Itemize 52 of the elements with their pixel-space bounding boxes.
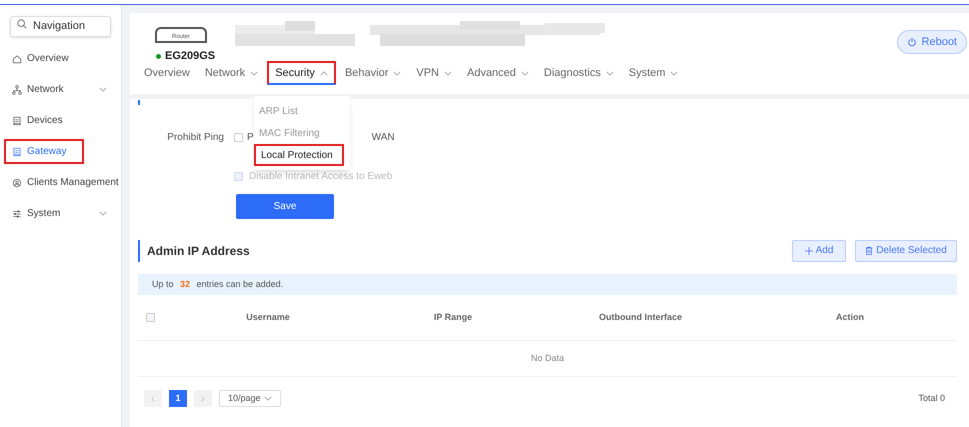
empty-message: No Data [530, 352, 564, 365]
device-icon [12, 146, 22, 156]
nav-tab[interactable]: VPN [410, 61, 458, 85]
column-header: IP Range [432, 310, 474, 324]
nav-tab[interactable]: Diagnostics [538, 61, 620, 85]
device-name: EG209GS [165, 49, 216, 64]
page-size-select[interactable]: 10/page [219, 390, 281, 407]
nav-tab[interactable]: Security [267, 61, 336, 85]
sidebar-item[interactable]: Clients Management [4, 170, 117, 195]
column-header: Outbound Interface [598, 310, 683, 324]
sidebar-item[interactable]: Devices [4, 108, 117, 133]
add-button[interactable]: Add [792, 240, 846, 262]
sidebar-item[interactable]: Overview [4, 46, 117, 71]
delete-selected-button[interactable]: Delete Selected [855, 240, 957, 262]
power-icon [906, 37, 917, 47]
previous-page-button[interactable] [144, 390, 162, 407]
home-icon [12, 54, 22, 64]
field-label: Prohibit Ping [166, 130, 224, 144]
nav-tab[interactable]: System [622, 61, 684, 85]
plus-icon [804, 246, 813, 254]
sidebar-item[interactable]: System [4, 201, 117, 226]
option-label: P [247, 130, 254, 144]
nav-tab[interactable]: Advanced [460, 61, 535, 85]
search-icon [17, 19, 27, 29]
nav-tab[interactable]: Behavior [338, 61, 408, 85]
column-header: Action [835, 310, 865, 324]
option-label: WAN [372, 130, 395, 144]
trash-icon [865, 246, 874, 255]
chevron-icon [264, 396, 272, 401]
save-button[interactable]: Save [236, 194, 334, 219]
total-count: Total 0 [918, 392, 945, 405]
sidebar-item[interactable]: Gateway [4, 139, 84, 164]
notice-text: Up to 32 entries can be added. [152, 278, 284, 291]
checkbox[interactable] [234, 132, 243, 142]
user-icon [12, 178, 22, 188]
option-label: Disable Intranet Access to Eweb [249, 170, 392, 184]
network-icon [12, 84, 22, 94]
chevron-left-icon [151, 396, 155, 402]
checkbox[interactable] [146, 313, 155, 322]
nav-tab[interactable]: Network [198, 61, 264, 85]
menu-item[interactable]: Local Protection [254, 144, 344, 166]
nav-tab[interactable]: Overview [138, 61, 196, 85]
chevron-right-icon [201, 396, 205, 402]
section-title: Admin IP Address [138, 240, 250, 262]
sliders-icon [12, 208, 22, 218]
column-header: Username [245, 310, 291, 324]
search-field[interactable]: Navigation [10, 16, 111, 36]
reboot-button[interactable]: Reboot [896, 30, 967, 54]
device-icon [12, 116, 22, 126]
next-page-button[interactable] [194, 390, 212, 407]
page-button[interactable]: 1 [169, 390, 187, 407]
sidebar-item[interactable]: Network [4, 77, 117, 102]
